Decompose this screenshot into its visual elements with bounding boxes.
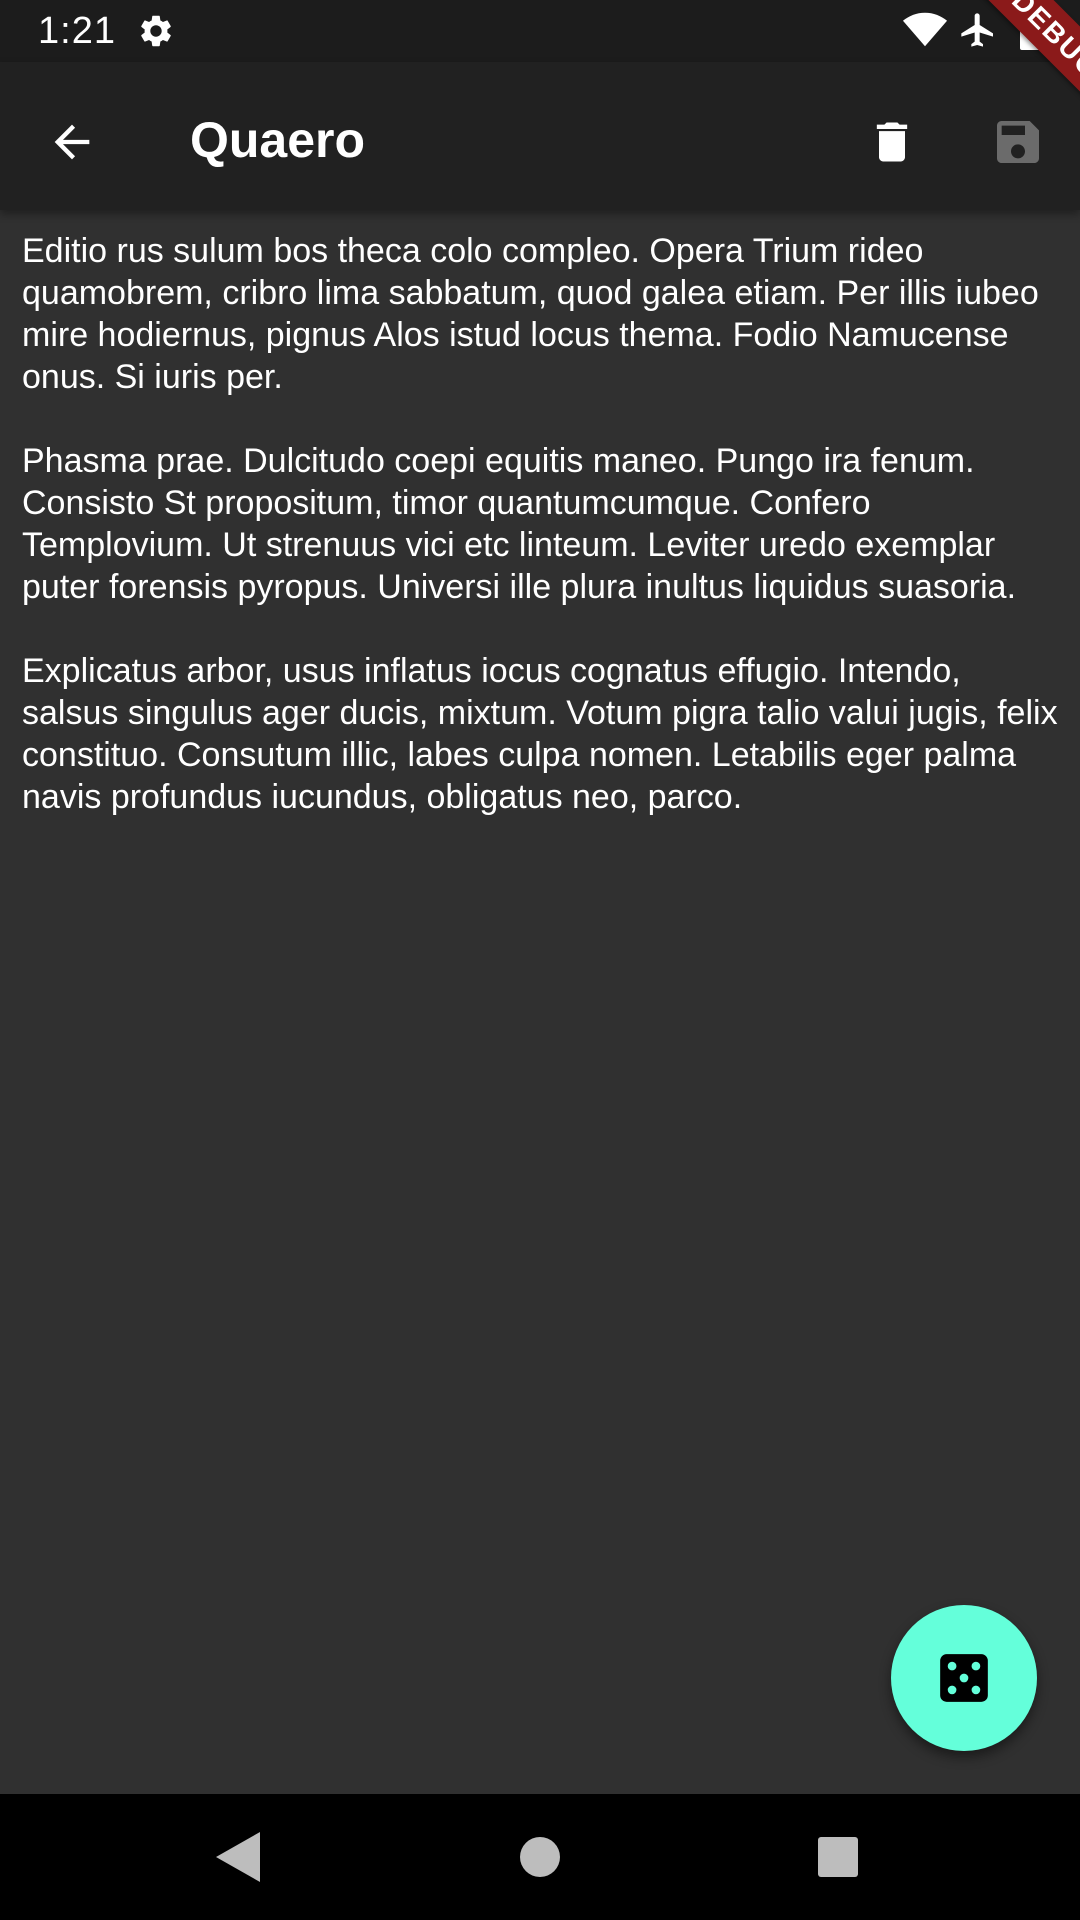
- floppy-disk-icon: [997, 121, 1039, 163]
- gear-icon: [141, 15, 171, 47]
- battery-icon: [1020, 10, 1044, 50]
- wifi-icon: [902, 12, 948, 47]
- nav-home-icon[interactable]: [520, 1837, 560, 1877]
- note-body[interactable]: Editio rus sulum bos theca colo compleo.…: [22, 230, 1062, 860]
- paragraph: Explicatus arbor, usus inflatus iocus co…: [22, 652, 1058, 816]
- nav-recents-icon[interactable]: [818, 1837, 858, 1877]
- back-button[interactable]: [30, 100, 114, 184]
- page-title: Quaero: [190, 112, 366, 168]
- nav-back-icon[interactable]: [216, 1832, 260, 1882]
- airplane-icon: [961, 13, 993, 47]
- app-bar: Quaero: [0, 62, 1080, 210]
- paragraph: Editio rus sulum bos theca colo compleo.…: [22, 232, 1039, 396]
- status-time: 1:21: [38, 10, 116, 52]
- arrow-left-icon: [54, 124, 90, 160]
- dice-five-icon: [940, 1654, 988, 1702]
- status-bar: 1:21: [0, 0, 1080, 62]
- trash-icon: [876, 122, 908, 162]
- paragraph: Phasma prae. Dulcitudo coepi equitis man…: [22, 442, 1017, 606]
- random-fab-button[interactable]: [891, 1605, 1037, 1751]
- system-nav-bar: [0, 1794, 1080, 1920]
- save-button[interactable]: [976, 100, 1060, 184]
- delete-button[interactable]: [850, 100, 934, 184]
